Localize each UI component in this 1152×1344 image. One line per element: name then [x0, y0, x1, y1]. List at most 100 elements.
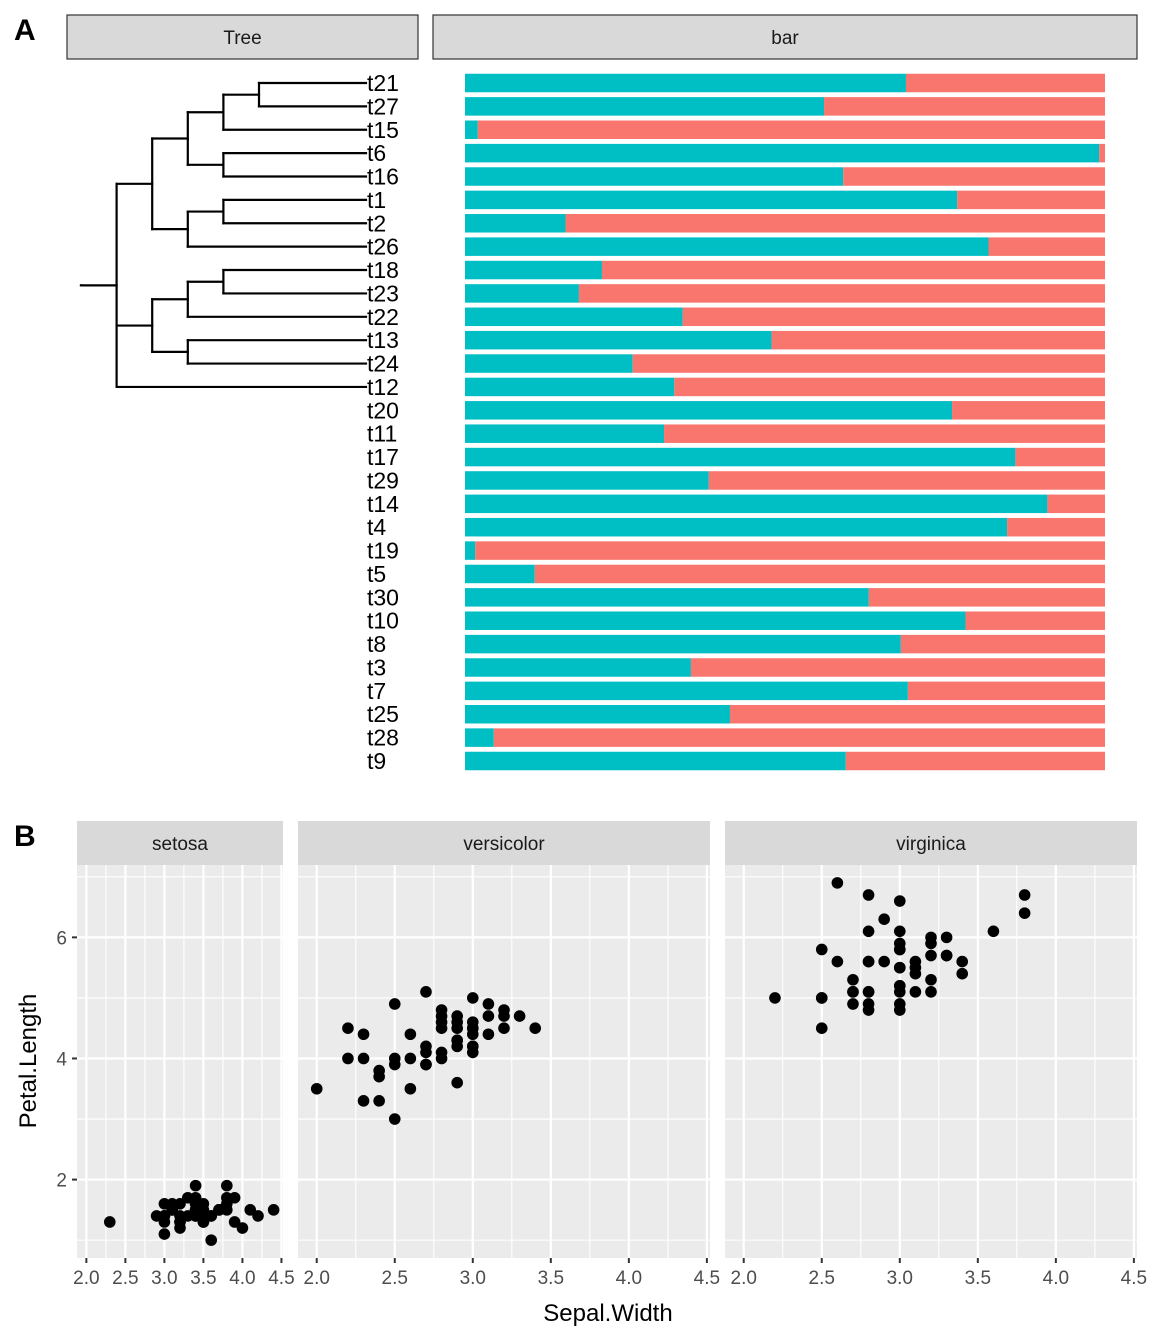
data-point [420, 1058, 432, 1071]
bar-segment-salmon [1015, 447, 1105, 467]
bar-segment-salmon [493, 728, 1105, 747]
data-point [197, 1216, 210, 1228]
data-point [893, 961, 906, 974]
tree-strip: Tree [66, 14, 419, 60]
data-point [1018, 889, 1031, 901]
tip-label: t19 [367, 538, 399, 564]
y-axis-title: Petal.Length [15, 994, 42, 1129]
data-point [435, 1004, 448, 1016]
data-point [267, 1204, 280, 1216]
tip-label: t21 [367, 70, 399, 96]
data-point [831, 877, 844, 889]
bar-segment-salmon [578, 284, 1105, 303]
data-point [357, 1028, 370, 1041]
x-tick-label: 3.5 [190, 1268, 216, 1289]
x-tick-label: 4.5 [1121, 1268, 1147, 1289]
tip-label: t12 [367, 374, 399, 400]
panel-a-tag: A [14, 14, 36, 47]
bar-segment-salmon [965, 611, 1105, 630]
data-point [310, 1082, 323, 1095]
data-point [221, 1179, 233, 1192]
tree-strip-label: Tree [223, 28, 261, 49]
bar-segment-salmon [907, 681, 1105, 701]
data-point [466, 992, 479, 1004]
data-point [956, 955, 969, 968]
bar-segment-salmon [1099, 143, 1105, 163]
data-point [815, 1022, 828, 1034]
bar-segment-teal [465, 447, 1016, 467]
bar-segment-teal [465, 260, 602, 280]
bar-segment-teal [465, 704, 730, 724]
data-point [420, 986, 432, 998]
facet-virginica: virginica 2.0 2.5 3.0 3.5 4.0 4.5 [725, 821, 1147, 1289]
bar-segment-teal [465, 471, 709, 490]
tip-label: t23 [367, 280, 399, 306]
x-tick-label: 3.0 [151, 1268, 177, 1289]
data-point [925, 973, 937, 986]
data-point [451, 1076, 463, 1089]
data-point [388, 998, 401, 1010]
data-point [482, 1028, 495, 1041]
data-point [342, 1022, 354, 1034]
tip-label: t24 [367, 351, 399, 377]
data-point [189, 1179, 202, 1192]
tip-label: t5 [367, 561, 386, 587]
x-tick-label: 3.0 [887, 1268, 913, 1289]
x-tick-label: 4.0 [616, 1268, 642, 1289]
data-point [940, 949, 953, 962]
data-point [451, 1034, 463, 1047]
tip-label: t26 [367, 234, 399, 260]
data-point [357, 1052, 370, 1065]
bar-strip-label: bar [771, 28, 799, 49]
x-tick-label: 4.0 [229, 1268, 255, 1289]
data-point [893, 986, 906, 998]
data-point [862, 986, 875, 998]
panel-background [725, 865, 1137, 1258]
bar-segment-teal [465, 214, 566, 233]
bar-segment-salmon [664, 424, 1105, 443]
x-tick-label: 4.5 [694, 1268, 720, 1289]
bar-segment-teal [465, 377, 675, 397]
x-tick-label: 4.0 [1043, 1268, 1069, 1289]
data-point [373, 1070, 385, 1083]
data-point [831, 955, 844, 968]
bar-segment-salmon [565, 214, 1105, 233]
data-point [815, 943, 828, 956]
bar-segment-salmon [900, 634, 1105, 654]
tip-label: t17 [367, 444, 399, 470]
data-point [103, 1216, 116, 1228]
bar-segment-salmon [682, 307, 1105, 327]
tip-label: t2 [367, 210, 386, 236]
bar-segment-teal [465, 143, 1100, 163]
tip-label: t8 [367, 631, 386, 657]
data-point [529, 1022, 542, 1034]
bar-segment-teal [465, 120, 478, 140]
bar-segment-teal [465, 681, 908, 701]
y-tick-label: 6 [56, 928, 67, 949]
bar-segment-teal [465, 541, 476, 560]
data-point [513, 1010, 526, 1022]
facet-strip-label: virginica [896, 834, 966, 855]
x-tick-label: 2.0 [73, 1268, 99, 1289]
tip-label: t3 [367, 654, 386, 680]
bar-segment-teal [465, 751, 846, 771]
data-point [420, 1040, 432, 1053]
data-point [893, 943, 906, 956]
bar-segment-salmon [477, 120, 1105, 140]
data-point [909, 967, 922, 980]
data-point [158, 1228, 171, 1240]
data-point [466, 1016, 479, 1028]
stacked-bars [465, 73, 1105, 771]
data-point [466, 1040, 479, 1053]
data-point [862, 889, 875, 901]
bar-segment-teal [465, 401, 953, 420]
panel-b-tag: B [14, 820, 36, 853]
bar-segment-salmon [905, 73, 1105, 93]
data-point [925, 949, 937, 962]
data-point [940, 931, 953, 944]
data-point [925, 937, 937, 950]
y-tick-label: 4 [56, 1049, 67, 1070]
phylogenetic-tree [79, 81, 368, 389]
data-point [404, 1028, 417, 1041]
x-tick-label: 2.0 [731, 1268, 757, 1289]
